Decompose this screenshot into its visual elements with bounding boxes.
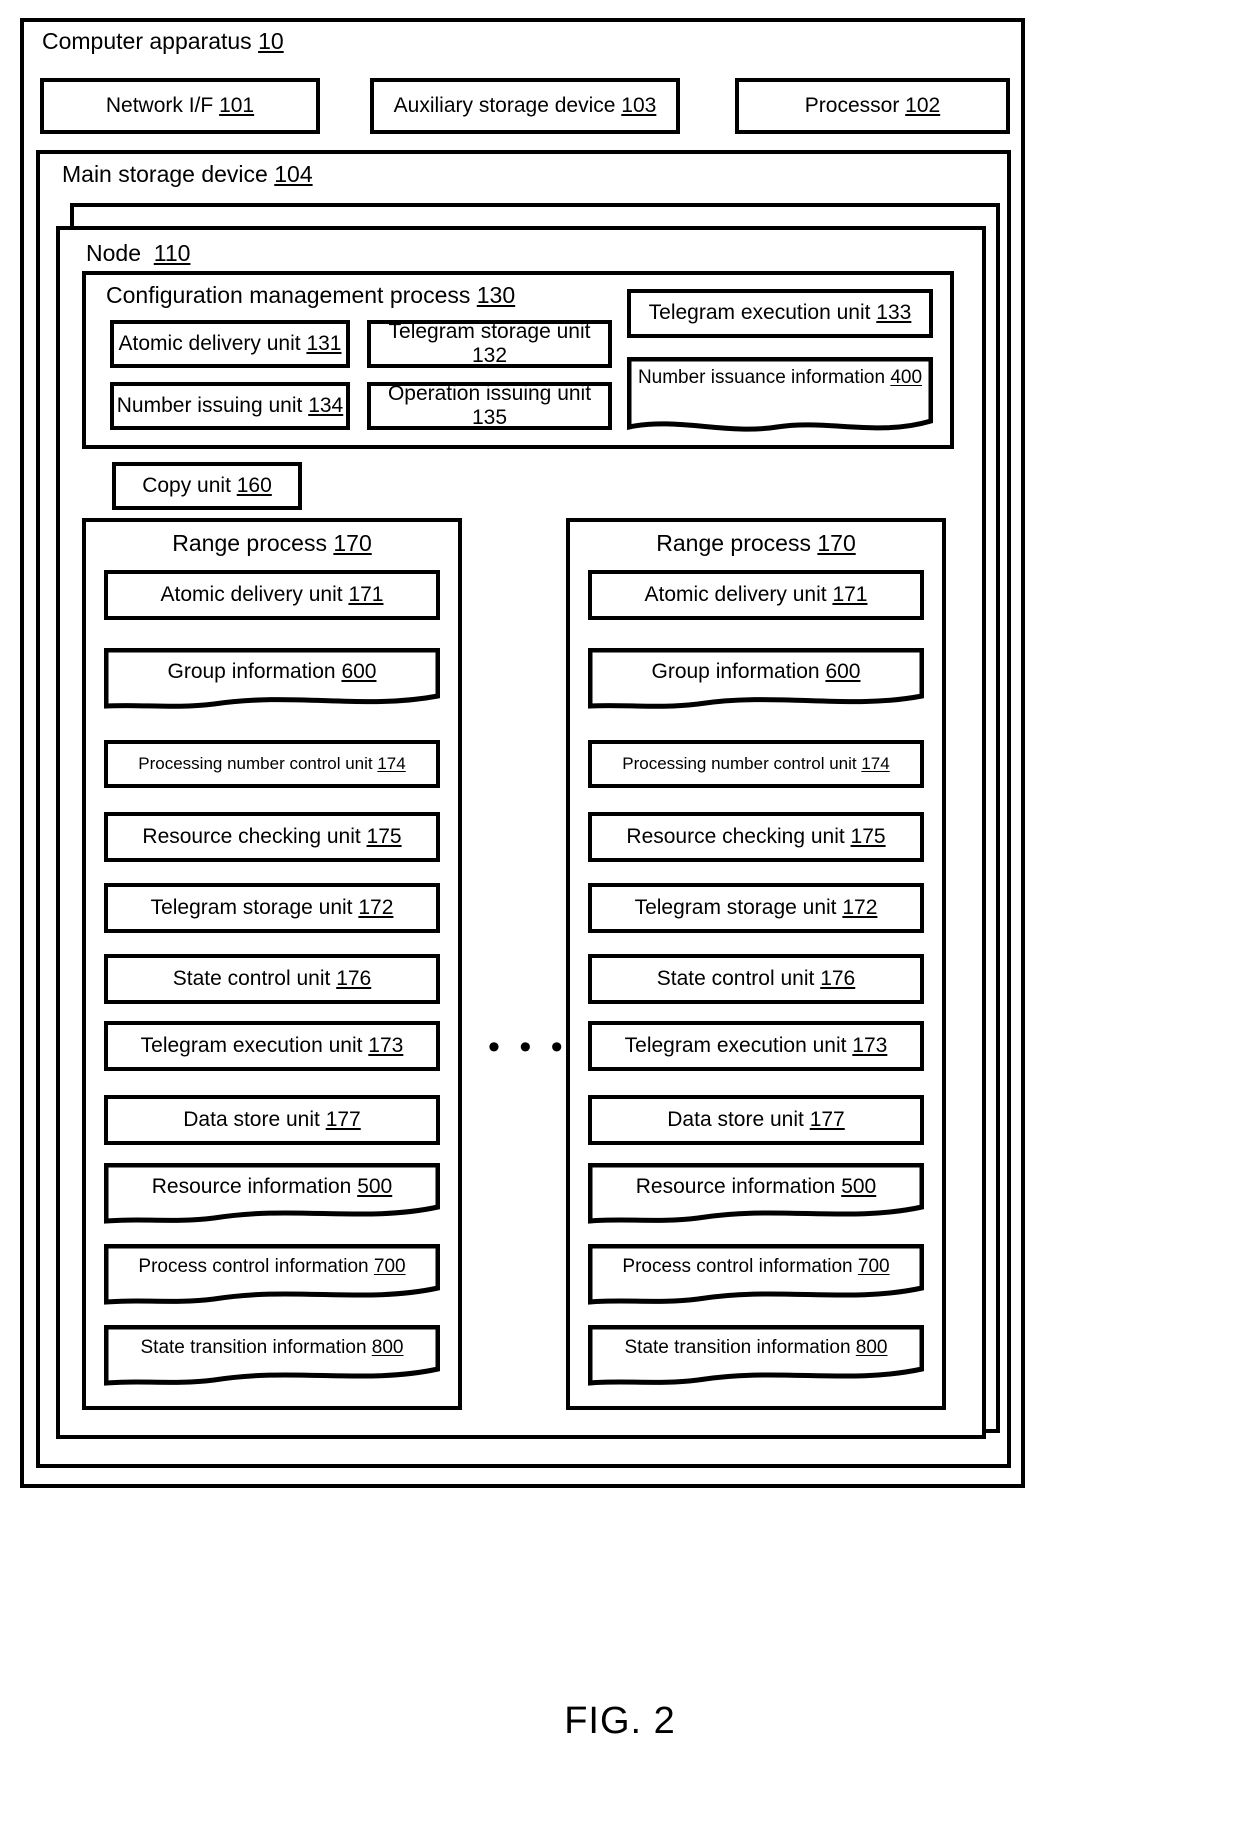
main-storage-device-ref: 104	[274, 161, 313, 187]
telegram-execution-unit-173-box-right[interactable]: Telegram execution unit 173	[588, 1021, 924, 1071]
number-issuing-unit-134-label: Number issuing unit 134	[116, 393, 344, 417]
telegram-execution-unit-133-ref: 133	[876, 301, 912, 325]
computer-apparatus-ref: 10	[258, 28, 284, 54]
process-control-information-700-label-right: Process control information 700	[622, 1256, 890, 1277]
data-store-unit-177-label-right: Data store unit 177	[667, 1107, 845, 1131]
operation-issuing-unit-135-label: Operation issuing unit 135	[387, 381, 592, 429]
telegram-storage-unit-172-label-right: Telegram storage unit 172	[634, 895, 878, 919]
process-control-information-700-box-left[interactable]: Process control information 700	[104, 1244, 440, 1306]
state-control-unit-176-box-right[interactable]: State control unit 176	[588, 954, 924, 1004]
atomic-delivery-unit-131-box[interactable]: Atomic delivery unit 131	[110, 320, 350, 368]
resource-information-500-box-left[interactable]: Resource information 500	[104, 1163, 440, 1225]
telegram-storage-unit-132-label: Telegram storage unit 132	[388, 319, 591, 367]
auxiliary-storage-device-label: Auxiliary storage device 103	[393, 93, 657, 117]
range-process-left-label: Range process 170	[172, 530, 372, 556]
main-storage-device-label: Main storage device 104	[62, 161, 313, 187]
range-process-right-ref: 170	[817, 530, 856, 556]
network-if-box[interactable]: Network I/F 101	[40, 78, 320, 134]
telegram-storage-unit-132-ref: 132	[471, 344, 508, 367]
atomic-delivery-unit-171-label-right: Atomic delivery unit 171	[644, 582, 868, 606]
telegram-execution-unit-133-box[interactable]: Telegram execution unit 133	[627, 289, 933, 338]
processor-label: Processor 102	[804, 93, 941, 117]
node-label: Node 110	[86, 240, 191, 266]
data-store-unit-177-box-right[interactable]: Data store unit 177	[588, 1095, 924, 1145]
patent-figure: Computer apparatus 10 Network I/F 101 Au…	[0, 0, 1240, 1827]
telegram-execution-unit-173-label-right: Telegram execution unit 173	[624, 1033, 888, 1057]
processing-number-control-unit-174-label-left: Processing number control unit 174	[138, 754, 406, 774]
resource-checking-unit-175-box-right[interactable]: Resource checking unit 175	[588, 812, 924, 862]
number-issuing-unit-134-box[interactable]: Number issuing unit 134	[110, 382, 350, 430]
state-control-unit-176-box-left[interactable]: State control unit 176	[104, 954, 440, 1004]
range-process-left-ref: 170	[333, 530, 372, 556]
telegram-storage-unit-172-box-left[interactable]: Telegram storage unit 172	[104, 883, 440, 933]
atomic-delivery-unit-171-label-left: Atomic delivery unit 171	[160, 582, 384, 606]
resource-information-500-label-right: Resource information 500	[635, 1175, 877, 1198]
group-information-600-box-left[interactable]: Group information 600	[104, 648, 440, 710]
resource-checking-unit-175-box-left[interactable]: Resource checking unit 175	[104, 812, 440, 862]
telegram-execution-unit-133-label: Telegram execution unit 133	[648, 301, 912, 325]
data-store-unit-177-box-left[interactable]: Data store unit 177	[104, 1095, 440, 1145]
operation-issuing-unit-135-ref: 135	[471, 406, 508, 429]
resource-information-500-label-left: Resource information 500	[151, 1175, 393, 1198]
number-issuance-information-400-ref: 400	[890, 367, 923, 388]
copy-unit-160-box[interactable]: Copy unit 160	[112, 462, 302, 510]
telegram-execution-unit-173-box-left[interactable]: Telegram execution unit 173	[104, 1021, 440, 1071]
processing-number-control-unit-174-box-right[interactable]: Processing number control unit 174	[588, 740, 924, 788]
number-issuance-information-400-label: Number issuance information 400	[637, 367, 923, 388]
data-store-unit-177-label-left: Data store unit 177	[183, 1107, 361, 1131]
resource-checking-unit-175-label-right: Resource checking unit 175	[626, 824, 886, 848]
processing-number-control-unit-174-box-left[interactable]: Processing number control unit 174	[104, 740, 440, 788]
operation-issuing-unit-135-box[interactable]: Operation issuing unit 135	[367, 382, 612, 430]
group-information-600-box-right[interactable]: Group information 600	[588, 648, 924, 710]
telegram-storage-unit-172-label-left: Telegram storage unit 172	[150, 895, 394, 919]
network-if-ref: 101	[219, 93, 255, 117]
number-issuance-information-400-box[interactable]: Number issuance information 400	[627, 357, 933, 435]
auxiliary-storage-device-ref: 103	[621, 93, 657, 117]
processing-number-control-unit-174-label-right: Processing number control unit 174	[622, 754, 890, 774]
state-control-unit-176-label-right: State control unit 176	[656, 966, 856, 990]
atomic-delivery-unit-131-ref: 131	[306, 331, 342, 355]
state-transition-information-800-box-right[interactable]: State transition information 800	[588, 1325, 924, 1387]
node-ref: 110	[153, 240, 191, 266]
atomic-delivery-unit-171-box-right[interactable]: Atomic delivery unit 171	[588, 570, 924, 620]
resource-information-500-box-right[interactable]: Resource information 500	[588, 1163, 924, 1225]
state-transition-information-800-label-right: State transition information 800	[624, 1337, 888, 1358]
atomic-delivery-unit-131-label: Atomic delivery unit 131	[118, 331, 342, 355]
group-information-600-label-right: Group information 600	[651, 660, 861, 683]
configuration-management-process-ref: 130	[476, 282, 516, 308]
range-process-right-label: Range process 170	[656, 530, 856, 556]
telegram-execution-unit-173-label-left: Telegram execution unit 173	[140, 1033, 404, 1057]
auxiliary-storage-device-box[interactable]: Auxiliary storage device 103	[370, 78, 680, 134]
group-information-600-label-left: Group information 600	[167, 660, 377, 683]
state-transition-information-800-box-left[interactable]: State transition information 800	[104, 1325, 440, 1387]
state-transition-information-800-label-left: State transition information 800	[140, 1337, 404, 1358]
processor-box[interactable]: Processor 102	[735, 78, 1010, 134]
telegram-storage-unit-172-box-right[interactable]: Telegram storage unit 172	[588, 883, 924, 933]
copy-unit-160-ref: 160	[236, 473, 272, 497]
process-control-information-700-label-left: Process control information 700	[138, 1256, 406, 1277]
figure-caption: FIG. 2	[564, 1700, 676, 1742]
copy-unit-160-label: Copy unit 160	[142, 473, 272, 497]
telegram-storage-unit-132-box[interactable]: Telegram storage unit 132	[367, 320, 612, 368]
resource-checking-unit-175-label-left: Resource checking unit 175	[142, 824, 402, 848]
range-process-ellipsis: • • •	[488, 1028, 568, 1066]
number-issuing-unit-134-ref: 134	[308, 393, 344, 417]
computer-apparatus-label: Computer apparatus 10	[42, 28, 284, 54]
processor-ref: 102	[905, 93, 941, 117]
atomic-delivery-unit-171-box-left[interactable]: Atomic delivery unit 171	[104, 570, 440, 620]
process-control-information-700-box-right[interactable]: Process control information 700	[588, 1244, 924, 1306]
network-if-label: Network I/F 101	[105, 93, 255, 117]
state-control-unit-176-label-left: State control unit 176	[172, 966, 372, 990]
